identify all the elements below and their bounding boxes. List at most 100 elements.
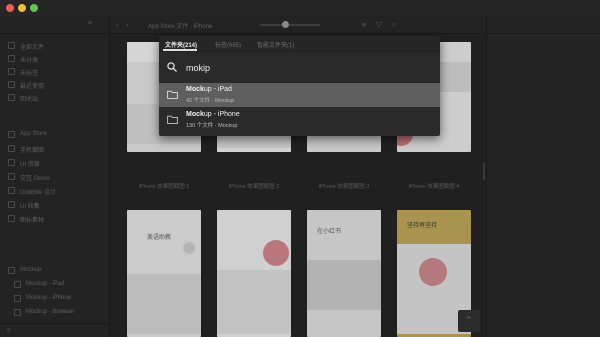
result-parent: Mockup <box>218 123 238 129</box>
folder-icon <box>14 281 21 288</box>
sidebar-subfolder-label: Mockup - iPhone <box>26 295 72 301</box>
sidebar-folder[interactable]: 手机截图 <box>0 143 110 155</box>
result-match: Mock <box>186 111 204 118</box>
result-rest: up - iPad <box>203 86 232 93</box>
folder-icon <box>14 295 21 302</box>
folder-icon <box>8 159 15 166</box>
sidebar-folder-label: Mockup <box>20 267 42 273</box>
folder-icon <box>8 215 15 222</box>
inspector-header <box>487 16 600 34</box>
window-titlebar <box>0 0 600 16</box>
folder-icon <box>8 267 15 274</box>
sidebar-item-trash[interactable]: 回收站 <box>0 92 110 104</box>
sidebar-item-all[interactable]: 全部文件 <box>0 40 110 52</box>
tab-smart-folders[interactable]: 智能文件夹(1) <box>257 40 294 49</box>
card-caption: iPhone 效果图截图 1 <box>138 184 190 190</box>
sidebar-subfolder[interactable]: Mockup - iPad <box>6 279 116 291</box>
tab-tags[interactable]: 标签(685) <box>215 40 241 49</box>
folder-icon <box>167 90 178 99</box>
zoom-slider-knob[interactable] <box>282 21 289 28</box>
search-scope-tabs: 文件夹(214) 标签(685) 智能文件夹(1) <box>159 36 440 52</box>
sidebar-folder[interactable]: UI 收集 <box>0 199 110 211</box>
arrow-up-icon: ⌃ <box>465 315 473 325</box>
folder-icon <box>8 145 15 152</box>
search-icon <box>167 62 177 72</box>
scroll-to-top-button[interactable]: ⌃ <box>458 310 480 332</box>
result-title: Mockup - iPad <box>186 86 232 93</box>
result-separator: · <box>211 98 214 104</box>
zoom-slider[interactable] <box>260 24 320 26</box>
sidebar-item-label: 未标签 <box>20 71 39 77</box>
sidebar-folder-label: 图标素材 <box>20 218 45 224</box>
uncategorized-icon <box>8 55 15 62</box>
search-input[interactable]: mokip <box>186 63 210 73</box>
filter-icon[interactable]: ▽ <box>376 20 382 29</box>
sidebar-folder[interactable]: App Store <box>0 129 110 141</box>
settings-icon[interactable]: ⚙ <box>6 328 11 334</box>
trash-icon <box>8 94 15 101</box>
sort-icon[interactable]: ≡ <box>362 20 366 29</box>
search-result-item[interactable]: Mockup - iPad 42 个文件 · Mockup <box>159 83 440 107</box>
recent-icon <box>8 81 15 88</box>
sidebar-item-label: 回收站 <box>20 97 39 103</box>
sidebar-folder[interactable]: Dribbble 设计 <box>0 185 110 197</box>
forward-icon[interactable]: › <box>126 20 129 29</box>
sidebar-folder[interactable]: 交互 Demo <box>0 171 110 183</box>
sidebar-folder-mockup[interactable]: Mockup <box>0 265 110 277</box>
folder-icon <box>8 201 15 208</box>
sidebar-folder[interactable]: 图标素材 <box>0 213 110 225</box>
sidebar-item-label: 最近使用 <box>20 84 45 90</box>
sidebar-item-label: 全部文件 <box>20 45 45 51</box>
result-count: 130 个文件 <box>186 123 214 129</box>
sidebar-folder-label: App Store <box>20 131 47 137</box>
thumbnail-card[interactable] <box>217 210 291 337</box>
sidebar-folder[interactable]: UI 资源 <box>0 157 110 169</box>
sidebar-subfolder-label: Mockup - iPad <box>26 281 65 287</box>
folder-icon <box>8 131 15 138</box>
sidebar-subfolder[interactable]: Mockup - iPhone <box>6 293 116 305</box>
sidebar-folder-label: UI 资源 <box>20 162 40 168</box>
sidebar-header: ≡ <box>0 16 110 34</box>
folder-icon <box>14 309 21 316</box>
sidebar-subfolder[interactable]: Mockup - Browser <box>6 307 116 319</box>
tab-folders[interactable]: 文件夹(214) <box>165 40 197 49</box>
zoom-window-button[interactable] <box>30 4 38 12</box>
thumbnail-card[interactable]: 在小红书 <box>307 210 381 337</box>
result-meta: 42 个文件 · Mockup <box>186 96 234 104</box>
sidebar-item-uncategorized[interactable]: 未分类 <box>0 53 110 65</box>
toolbar: ‹ › App Store 文件 · iPhone ≡ ▽ ○ <box>110 16 486 34</box>
search-result-item[interactable]: Mockup - iPhone 130 个文件 · Mockup <box>159 108 440 132</box>
result-title: Mockup - iPhone <box>186 111 240 118</box>
sidebar-item-label: 未分类 <box>20 58 39 64</box>
folder-icon <box>8 173 15 180</box>
sidebar-item-untagged[interactable]: 未标签 <box>0 66 110 78</box>
folder-icon <box>167 115 178 124</box>
thumbnail-card[interactable]: 美语助教 <box>127 210 201 337</box>
sidebar-item-recent[interactable]: 最近使用 <box>0 79 110 91</box>
result-count: 42 个文件 <box>186 98 211 104</box>
sidebar-folder-label: 交互 Demo <box>20 176 50 182</box>
result-rest: up - iPhone <box>203 111 240 118</box>
sidebar-footer: ⚙ <box>0 323 110 337</box>
inspector-panel <box>486 16 600 337</box>
close-window-button[interactable] <box>6 4 14 12</box>
sidebar-folder-label: Dribbble 设计 <box>20 190 57 196</box>
sidebar-subfolder-label: Mockup - Browser <box>26 309 75 315</box>
back-icon[interactable]: ‹ <box>116 20 119 29</box>
quick-search-popup: 文件夹(214) 标签(685) 智能文件夹(1) mokip Mockup -… <box>159 36 440 136</box>
toolbar-title: App Store 文件 · iPhone <box>148 24 213 30</box>
search-icon[interactable]: ○ <box>392 20 397 29</box>
card-caption: iPhone 效果图截图 4 <box>408 184 460 190</box>
card-caption: iPhone 效果图截图 2 <box>228 184 280 190</box>
minimize-window-button[interactable] <box>18 4 26 12</box>
all-files-icon <box>8 42 15 49</box>
sidebar-folder-label: 手机截图 <box>20 148 45 154</box>
card-text: 坚持再坚持 <box>407 222 438 229</box>
sidebar: ≡ 全部文件 未分类 未标签 最近使用 回收站 App Store 手机截图 U… <box>0 16 110 337</box>
card-caption: iPhone 效果图截图 3 <box>318 184 370 190</box>
scrollbar-thumb[interactable] <box>483 162 485 180</box>
result-separator: · <box>214 123 217 129</box>
result-parent: Mockup <box>215 98 235 104</box>
sidebar-toggle-icon[interactable]: ≡ <box>88 20 92 27</box>
untagged-icon <box>8 68 15 75</box>
